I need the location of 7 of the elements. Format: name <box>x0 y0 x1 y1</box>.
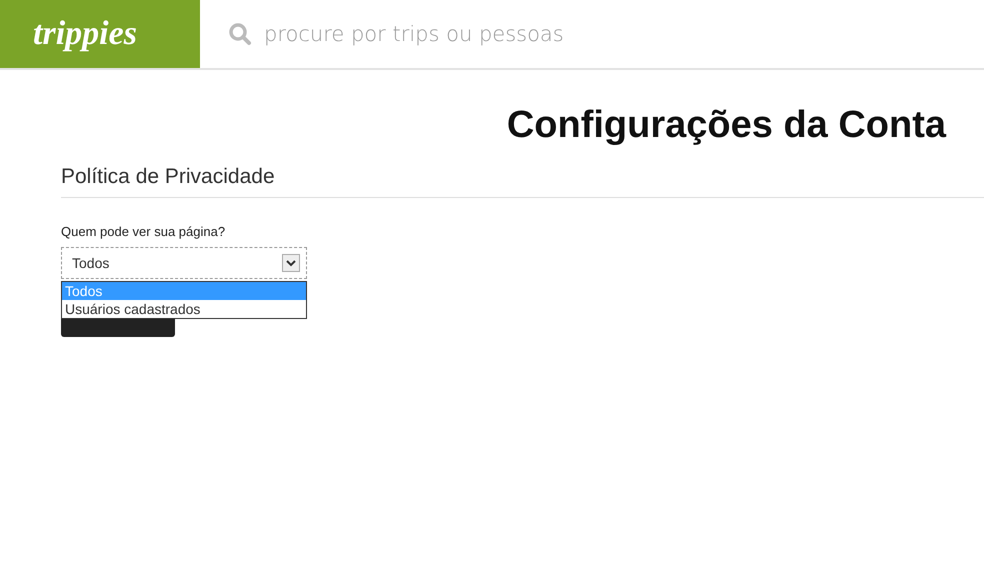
privacy-select[interactable]: Todos <box>61 247 307 279</box>
caret-icon <box>282 254 300 272</box>
section-title: Política de Privacidade <box>61 165 984 198</box>
dropdown-option[interactable]: Usuários cadastrados <box>62 300 306 318</box>
field-label: Quem pode ver sua página? <box>61 224 226 239</box>
page-title: Configurações da Conta <box>506 104 946 147</box>
search-icon <box>228 22 252 46</box>
